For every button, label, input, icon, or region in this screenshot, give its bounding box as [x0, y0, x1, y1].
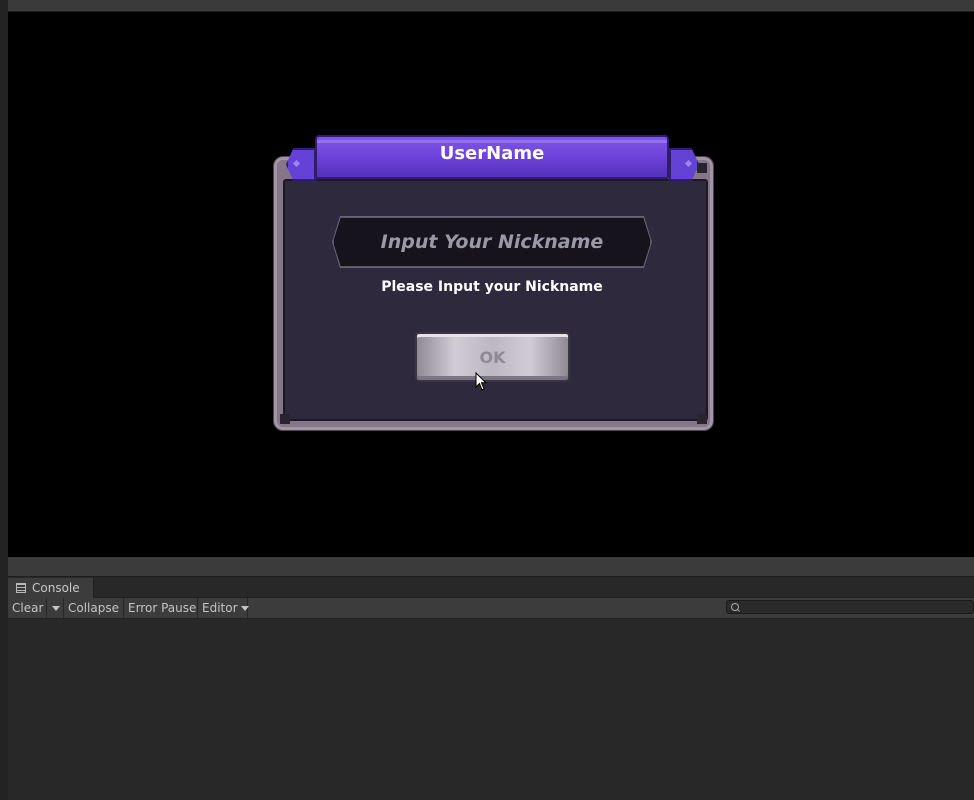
error-pause-button[interactable]: Error Pause: [124, 598, 198, 618]
editor-dropdown[interactable]: Editor: [198, 598, 249, 618]
nickname-input[interactable]: Input Your Nickname: [333, 217, 651, 267]
console-tab-bar: [8, 577, 974, 598]
console-icon: [16, 583, 26, 593]
mouse-cursor-icon: [475, 372, 487, 391]
dialog-panel: [283, 179, 708, 421]
tab-console-label: Console: [32, 581, 80, 595]
frame-corner: [697, 414, 707, 424]
chevron-down-icon: [240, 605, 249, 611]
dialog-title: UserName: [439, 143, 545, 164]
clear-button[interactable]: Clear: [8, 598, 47, 618]
collapse-button[interactable]: Collapse: [64, 598, 124, 618]
tab-console[interactable]: Console: [8, 578, 94, 598]
game-view-bottom-bar: [8, 557, 974, 577]
frame-corner: [280, 414, 290, 424]
username-dialog: UserName Input Your Nickname Please Inpu…: [272, 135, 714, 431]
nickname-hint: Please Input your Nickname: [381, 279, 603, 295]
search-icon: [731, 603, 739, 611]
left-edge: [0, 0, 8, 800]
ok-button[interactable]: OK: [415, 332, 570, 382]
chevron-down-icon: [52, 605, 60, 611]
editor-dropdown-label: Editor: [202, 601, 238, 615]
game-view-toolbar: [8, 0, 974, 12]
console-log-area: [8, 619, 974, 800]
clear-options-button[interactable]: [47, 598, 64, 618]
console-search-input[interactable]: [726, 600, 974, 614]
